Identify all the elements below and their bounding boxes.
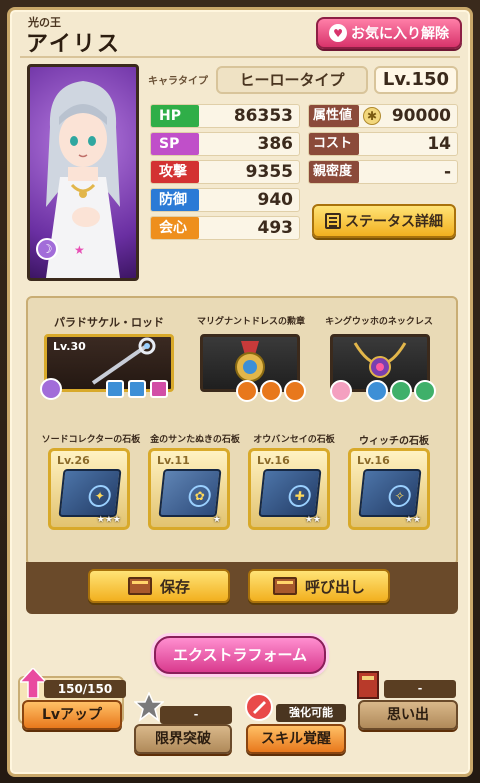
stone-3-stars: ★★ xyxy=(304,515,321,525)
chest-icon xyxy=(127,577,152,595)
stat-crit-row: 会心 493 xyxy=(150,216,300,240)
stone-3-name: オウバンセイの石板 xyxy=(253,435,335,445)
stat-attr-label: 属性値 xyxy=(309,105,359,127)
weapon-gem-blue-icon xyxy=(106,380,124,398)
armor-skill-icon-1 xyxy=(236,380,258,402)
stat-crit-label: 会心 xyxy=(151,217,199,239)
stone-4-stars: ★★ xyxy=(404,515,421,525)
stat-def-row: 防御 940 xyxy=(150,188,300,212)
stat-sp-value: 386 xyxy=(257,134,294,154)
stone-slot-3[interactable]: Lv.16 ✚ ★★ xyxy=(248,448,330,530)
light-element-icon: ☽ xyxy=(36,238,58,260)
heart-icon: ♥ xyxy=(329,24,347,42)
stat-affinity-row: 親密度 - xyxy=(308,160,458,184)
armor-skill-icon-3 xyxy=(284,380,306,402)
stat-affinity-value: - xyxy=(443,162,451,182)
stone-4-name: ウィッチの石板 xyxy=(359,436,429,447)
stone-2-name: 金のサンたぬきの石板 xyxy=(150,435,240,445)
stone-2-level: Lv.11 xyxy=(157,454,190,467)
stone-slot-4[interactable]: Lv.16 ✧ ★★ xyxy=(348,448,430,530)
stone-emblem-icon: ✦ xyxy=(87,485,112,507)
accessory-skill-icon-3 xyxy=(414,380,436,402)
armor-skill-icon-2 xyxy=(260,380,282,402)
load-button[interactable]: 呼び出し xyxy=(248,569,390,603)
stat-sp-label: SP xyxy=(151,133,199,155)
stat-def-value: 940 xyxy=(257,190,294,210)
stat-affinity-label: 親密度 xyxy=(309,161,359,183)
status-detail-label: ステータス詳細 xyxy=(345,214,443,230)
stone-tablet-icon: ✚ xyxy=(258,469,322,517)
attribute-icon: ✱ xyxy=(363,107,381,125)
weapon-gem-blue2-icon xyxy=(128,380,146,398)
stone-tablet-icon: ✦ xyxy=(58,469,122,517)
header-divider xyxy=(20,56,460,58)
weapon-name: パラドサケル・ロッド xyxy=(54,316,164,329)
chara-type-label: キャラタイプ xyxy=(148,76,208,87)
stone-1-name: ソードコレクターの石板 xyxy=(41,435,141,445)
chest-icon xyxy=(272,577,297,595)
memory-book-icon xyxy=(357,671,379,699)
save-label: 保存 xyxy=(159,577,190,596)
weapon-gem-pink-icon xyxy=(150,380,168,398)
stone-emblem-icon: ✧ xyxy=(387,485,412,507)
stat-attr-row: 属性値 ✱ 90000 xyxy=(308,104,458,128)
stone-emblem-icon: ✚ xyxy=(287,485,312,507)
stat-sp-row: SP 386 xyxy=(150,132,300,156)
stat-hp-label: HP xyxy=(151,105,199,127)
armor-name: マリグナントドレスの勲章 xyxy=(196,317,305,327)
accessory-heart-icon xyxy=(330,380,352,402)
stat-atk-value: 9355 xyxy=(245,162,293,182)
stat-hp-value: 86353 xyxy=(233,106,293,126)
limit-break-button[interactable]: 限界突破 xyxy=(134,724,232,754)
stone-1-stars: ★★★ xyxy=(96,515,121,525)
skill-awaken-icon xyxy=(245,693,273,721)
accessory-skill-icon-1 xyxy=(366,380,388,402)
stat-cost-value: 14 xyxy=(427,134,451,154)
lv-count: 150/150 xyxy=(44,680,126,698)
memory-button[interactable]: 思い出 xyxy=(358,700,458,730)
character-portrait[interactable]: ☽ ★ xyxy=(27,64,139,281)
skill-awaken-button[interactable]: スキル覚醒 xyxy=(246,724,346,754)
stone-1-level: Lv.26 xyxy=(57,454,90,467)
lv-up-button[interactable]: Lvアップ xyxy=(22,700,122,730)
stone-3-level: Lv.16 xyxy=(257,454,290,467)
weapon-element-icon xyxy=(40,378,62,400)
accessory-name: キングウッホのネックレス xyxy=(325,317,433,327)
stat-cost-row: コスト 14 xyxy=(308,132,458,156)
extra-form-button[interactable]: エクストラフォーム xyxy=(154,636,326,674)
accessory-skill-icon-2 xyxy=(390,380,412,402)
save-button[interactable]: 保存 xyxy=(88,569,230,603)
list-icon xyxy=(325,213,341,229)
status-detail-button[interactable]: ステータス詳細 xyxy=(312,204,456,238)
stat-cost-label: コスト xyxy=(309,133,359,155)
stone-2-stars: ★ xyxy=(212,515,221,525)
memory-count: - xyxy=(384,680,456,698)
stat-def-label: 防御 xyxy=(151,189,199,211)
arrow-up-icon xyxy=(20,668,46,698)
chara-type-value: ヒーロータイプ xyxy=(216,66,368,94)
star-icon: ★ xyxy=(74,243,85,257)
stone-slot-1[interactable]: Lv.26 ✦ ★★★ xyxy=(48,448,130,530)
stat-attr-value: 90000 xyxy=(391,106,451,126)
character-level: Lv.150 xyxy=(374,66,458,94)
character-name: アイリス xyxy=(26,32,121,57)
favorite-remove-button[interactable]: ♥ お気に入り解除 xyxy=(316,17,462,49)
stat-atk-row: 攻撃 9355 xyxy=(150,160,300,184)
stone-emblem-icon: ✿ xyxy=(187,485,212,507)
stone-tablet-icon: ✿ xyxy=(158,469,222,517)
skill-enhance-badge: 強化可能 xyxy=(276,704,346,722)
stat-atk-label: 攻撃 xyxy=(151,161,199,183)
stone-slot-2[interactable]: Lv.11 ✿ ★ xyxy=(148,448,230,530)
stat-hp-row: HP 86353 xyxy=(150,104,300,128)
stat-crit-value: 493 xyxy=(257,218,294,238)
stone-4-level: Lv.16 xyxy=(357,454,390,467)
load-label: 呼び出し xyxy=(304,577,365,596)
stone-tablet-icon: ✧ xyxy=(358,469,422,517)
favorite-remove-label: お気に入り解除 xyxy=(351,26,449,42)
limit-break-count: - xyxy=(160,706,232,724)
